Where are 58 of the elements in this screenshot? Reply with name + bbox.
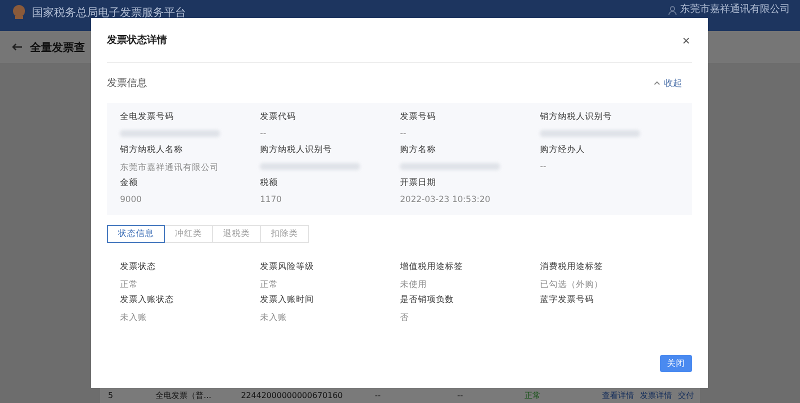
tab[interactable]: 冲红类 <box>164 225 213 243</box>
field-label: 发票入账状态 <box>120 294 175 306</box>
table-cell-text: 5 <box>107 391 114 400</box>
field-value: 未使用 <box>400 279 428 291</box>
field-value: 未入账 <box>120 312 148 324</box>
table-cell-text: -- <box>374 391 382 400</box>
tab[interactable]: 退税类 <box>212 225 261 243</box>
field-label: 购方纳税人识别号 <box>260 144 333 156</box>
field-label: 蓝字发票号码 <box>540 294 595 306</box>
dialog-title: 发票状态详情 <box>107 33 167 47</box>
field-value: 正常 <box>260 279 279 291</box>
field-value: 已勾选（外购） <box>540 279 604 291</box>
field-label: 是否销项负数 <box>400 294 455 306</box>
table-cell-text: 22442000000000670160 <box>240 391 344 400</box>
action-link[interactable]: 发票详情 <box>640 390 672 401</box>
field-label: 发票代码 <box>260 111 297 123</box>
user-icon <box>668 6 677 14</box>
field-label: 金额 <box>120 177 139 189</box>
field-value: 1170 <box>260 195 283 205</box>
section-title: 发票信息 <box>107 76 147 90</box>
tab[interactable]: 扣除类 <box>260 225 309 243</box>
field-label: 发票风险等级 <box>260 261 315 273</box>
field-value: 未入账 <box>260 312 288 324</box>
field-label: 发票入账时间 <box>260 294 315 306</box>
platform-title: 国家税务总局电子发票服务平台 <box>32 6 186 18</box>
field-label: 购方经办人 <box>540 144 586 156</box>
tab[interactable]: 状态信息 <box>107 225 165 243</box>
field-label: 开票日期 <box>400 177 437 189</box>
user-name[interactable]: 东莞市嘉祥通讯有限公司 <box>680 4 790 16</box>
field-value: -- <box>400 129 408 139</box>
field-value: 9000 <box>120 195 143 205</box>
field-value: 否 <box>400 312 410 324</box>
field-label: 增值税用途标签 <box>400 261 464 273</box>
field-label: 消费税用途标签 <box>540 261 604 273</box>
field-label: 发票号码 <box>400 111 437 123</box>
action-link[interactable]: 查看详情 <box>602 390 634 401</box>
field-label: 销方纳税人识别号 <box>540 111 613 123</box>
close-dialog-button[interactable]: 关闭 <box>660 355 692 372</box>
field-label: 税额 <box>260 177 279 189</box>
field-value: 2022-03-23 10:53:20 <box>400 195 492 205</box>
field-label: 销方纳税人名称 <box>120 144 184 156</box>
table-cell-text: -- <box>456 391 464 400</box>
action-link[interactable]: 交付 <box>678 390 694 401</box>
field-value: -- <box>540 162 548 172</box>
field-value: -- <box>260 129 268 139</box>
field-value: 正常 <box>120 279 139 291</box>
page-title: 全量发票查 <box>30 40 85 54</box>
emblem-icon <box>12 4 26 20</box>
collapse-button[interactable]: 收起 <box>654 76 692 90</box>
field-value: 东莞市嘉祥通讯有限公司 <box>120 162 220 174</box>
field-label: 发票状态 <box>120 261 157 273</box>
chevron-up-icon <box>654 81 660 85</box>
close-button[interactable]: × <box>680 32 692 48</box>
field-label: 全电发票号码 <box>120 111 175 123</box>
field-label: 购方名称 <box>400 144 437 156</box>
back-arrow-icon[interactable] <box>12 43 22 51</box>
table-cell-text: 正常 <box>524 390 542 401</box>
table-cell-text: 全电发票（普... <box>154 390 212 401</box>
